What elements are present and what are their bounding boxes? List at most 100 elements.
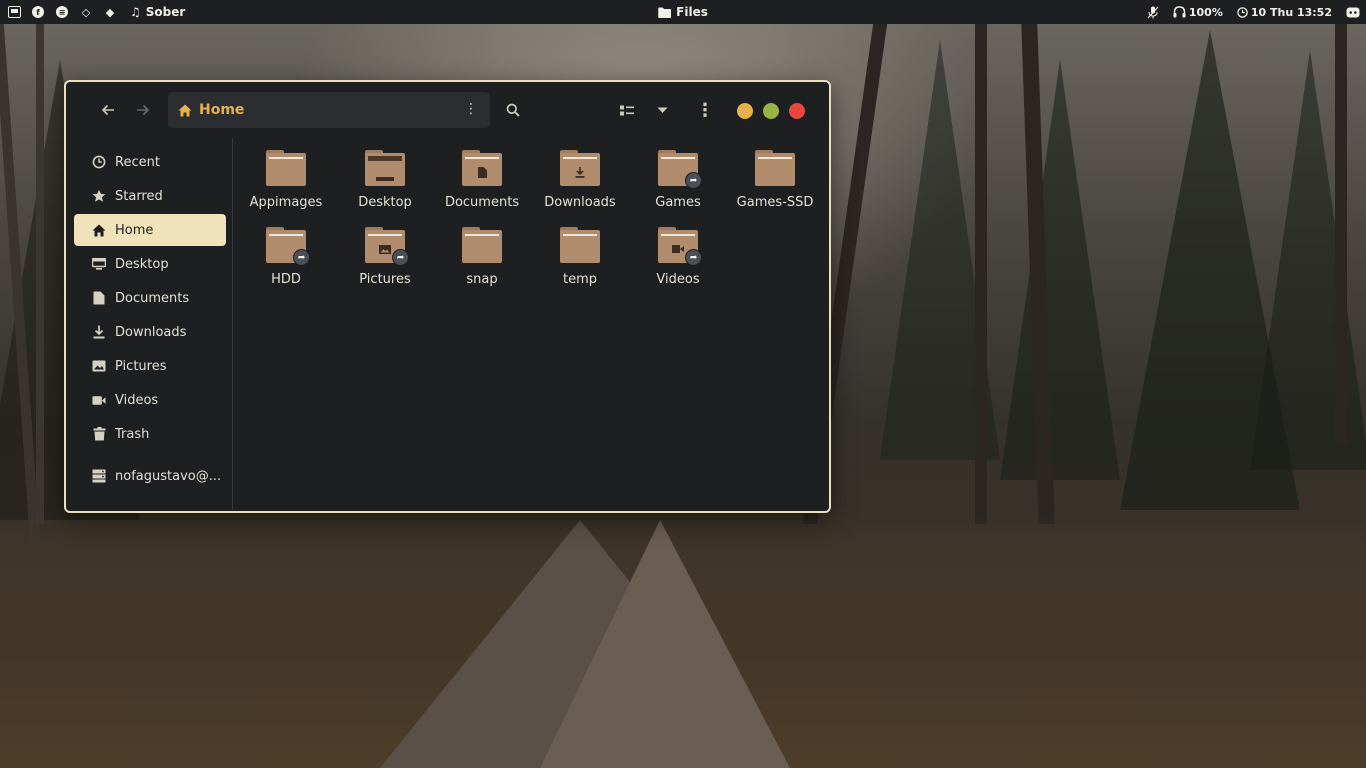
sidebar-item-label: Recent [115,154,160,170]
pictures-folder-icon: ➦ [365,227,409,266]
folder-item[interactable]: temp [533,219,627,291]
folder-item[interactable]: Appimages [239,142,333,214]
folder-name: Games [655,195,701,210]
list-view-icon [620,105,634,115]
discord-icon [1346,7,1360,17]
volume-indicator[interactable]: 100% [1173,6,1223,19]
symlink-arrow-icon: ➦ [293,249,310,266]
firefox-icon[interactable]: f [28,2,48,22]
folder-item[interactable]: Desktop [338,142,432,214]
volume-level: 100% [1188,5,1223,19]
files-window: Home ⋮ ⋮ Recent Starred Home Desktop Doc… [64,80,831,513]
documents-folder-icon [462,150,502,186]
forward-button[interactable] [133,100,153,120]
sidebar-item-label: Documents [115,290,190,306]
symlink-arrow-icon: ➦ [685,172,702,189]
spotify-icon[interactable]: ≡ [52,2,72,22]
home-icon [178,104,192,116]
discord-tray[interactable] [1346,7,1360,18]
sidebar-item-pictures[interactable]: Pictures [74,350,226,382]
downloads-folder-icon [560,150,600,186]
view-mode-button[interactable] [616,99,638,121]
trash-icon [92,427,106,441]
header-bar: Home ⋮ ⋮ [66,82,829,138]
folder-item[interactable]: snap [435,219,529,291]
folder-name: Videos [656,272,700,287]
sidebar-item-label: Starred [115,188,163,204]
server-icon [92,469,106,483]
back-button[interactable] [98,100,118,120]
sidebar-item-label: Trash [115,426,150,442]
folder-item[interactable]: ➦ HDD [239,219,333,291]
folder-item[interactable]: Documents [435,142,529,214]
folder-icon [560,227,600,263]
app-launcher-icon[interactable] [4,2,24,22]
sidebar-item-trash[interactable]: Trash [74,418,226,450]
sidebar-item-label: nofagustavo@... [115,468,222,484]
picture-icon [92,359,106,373]
folder-item[interactable]: Games-SSD [728,142,822,214]
clock-indicator[interactable]: 10 Thu 13:52 [1237,6,1332,19]
mic-indicator[interactable] [1147,6,1159,19]
folder-item[interactable]: Downloads [533,142,627,214]
maximize-button[interactable] [763,103,779,119]
path-bar[interactable]: Home ⋮ [168,92,490,128]
sidebar-item-videos[interactable]: Videos [74,384,226,416]
more-vertical-icon: ⋮ [696,99,714,121]
folder-name: Games-SSD [736,195,814,210]
folder-name: snap [466,272,498,287]
folder-icon [462,227,502,263]
sidebar-item-home[interactable]: Home [74,214,226,246]
sidebar-item-label: Home [115,222,154,238]
sidebar-item-documents[interactable]: Documents [74,282,226,314]
active-window-title: Files [658,5,708,19]
close-button[interactable] [789,103,805,119]
folder-name: Appimages [249,195,323,210]
folder-name: Desktop [358,195,412,210]
sidebar-item-downloads[interactable]: Downloads [74,316,226,348]
clock-label: 10 Thu 13:52 [1250,5,1332,19]
folder-name: temp [562,272,597,287]
clock-icon [92,155,106,169]
places-sidebar: Recent Starred Home Desktop Documents Do… [66,138,232,511]
music-note-icon: ♫ [130,5,141,19]
search-button[interactable] [502,99,524,121]
folder-item[interactable]: ➦ Games [631,142,725,214]
mic-muted-icon [1147,6,1159,18]
document-icon [92,291,106,305]
folder-item[interactable]: ➦ Pictures [338,219,432,291]
kebab-menu-icon[interactable]: ⋮ [464,101,478,117]
videos-folder-icon: ➦ [658,227,702,266]
now-playing[interactable]: ♫ Sober [130,5,185,19]
sidebar-item-label: Videos [115,392,159,408]
sidebar-item-label: Pictures [115,358,167,374]
diamond-outline-icon[interactable]: ◇ [76,2,96,22]
view-options-button[interactable] [651,99,673,121]
folder-icon [755,150,795,186]
sidebar-item-starred[interactable]: Starred [74,180,226,212]
folder-name: Documents [444,195,520,210]
diamond-icon[interactable]: ◆ [100,2,120,22]
back-arrow-icon [101,104,114,116]
clock-icon [1237,6,1248,18]
folder-icon [266,150,306,186]
folder-icon: ➦ [266,227,310,266]
sidebar-item-recent[interactable]: Recent [74,146,226,178]
home-icon [92,223,106,237]
chevron-down-icon [657,107,667,113]
folder-name: Pictures [359,272,411,287]
main-menu-button[interactable]: ⋮ [694,99,716,121]
symlink-arrow-icon: ➦ [392,249,409,266]
download-icon [92,325,106,339]
headphones-icon [1173,6,1186,18]
sidebar-item-desktop[interactable]: Desktop [74,248,226,280]
desktop-icon [92,257,106,271]
folder-name: HDD [271,272,301,287]
sidebar-item-network-server[interactable]: nofagustavo@... [74,460,226,492]
top-panel: f ≡ ◇ ◆ ♫ Sober Files 100% 10 Thu 13:52 [0,0,1366,24]
minimize-button[interactable] [737,103,753,119]
search-icon [506,103,520,117]
symlink-arrow-icon: ➦ [685,249,702,266]
sidebar-item-label: Desktop [115,256,169,272]
folder-item[interactable]: ➦ Videos [631,219,725,291]
